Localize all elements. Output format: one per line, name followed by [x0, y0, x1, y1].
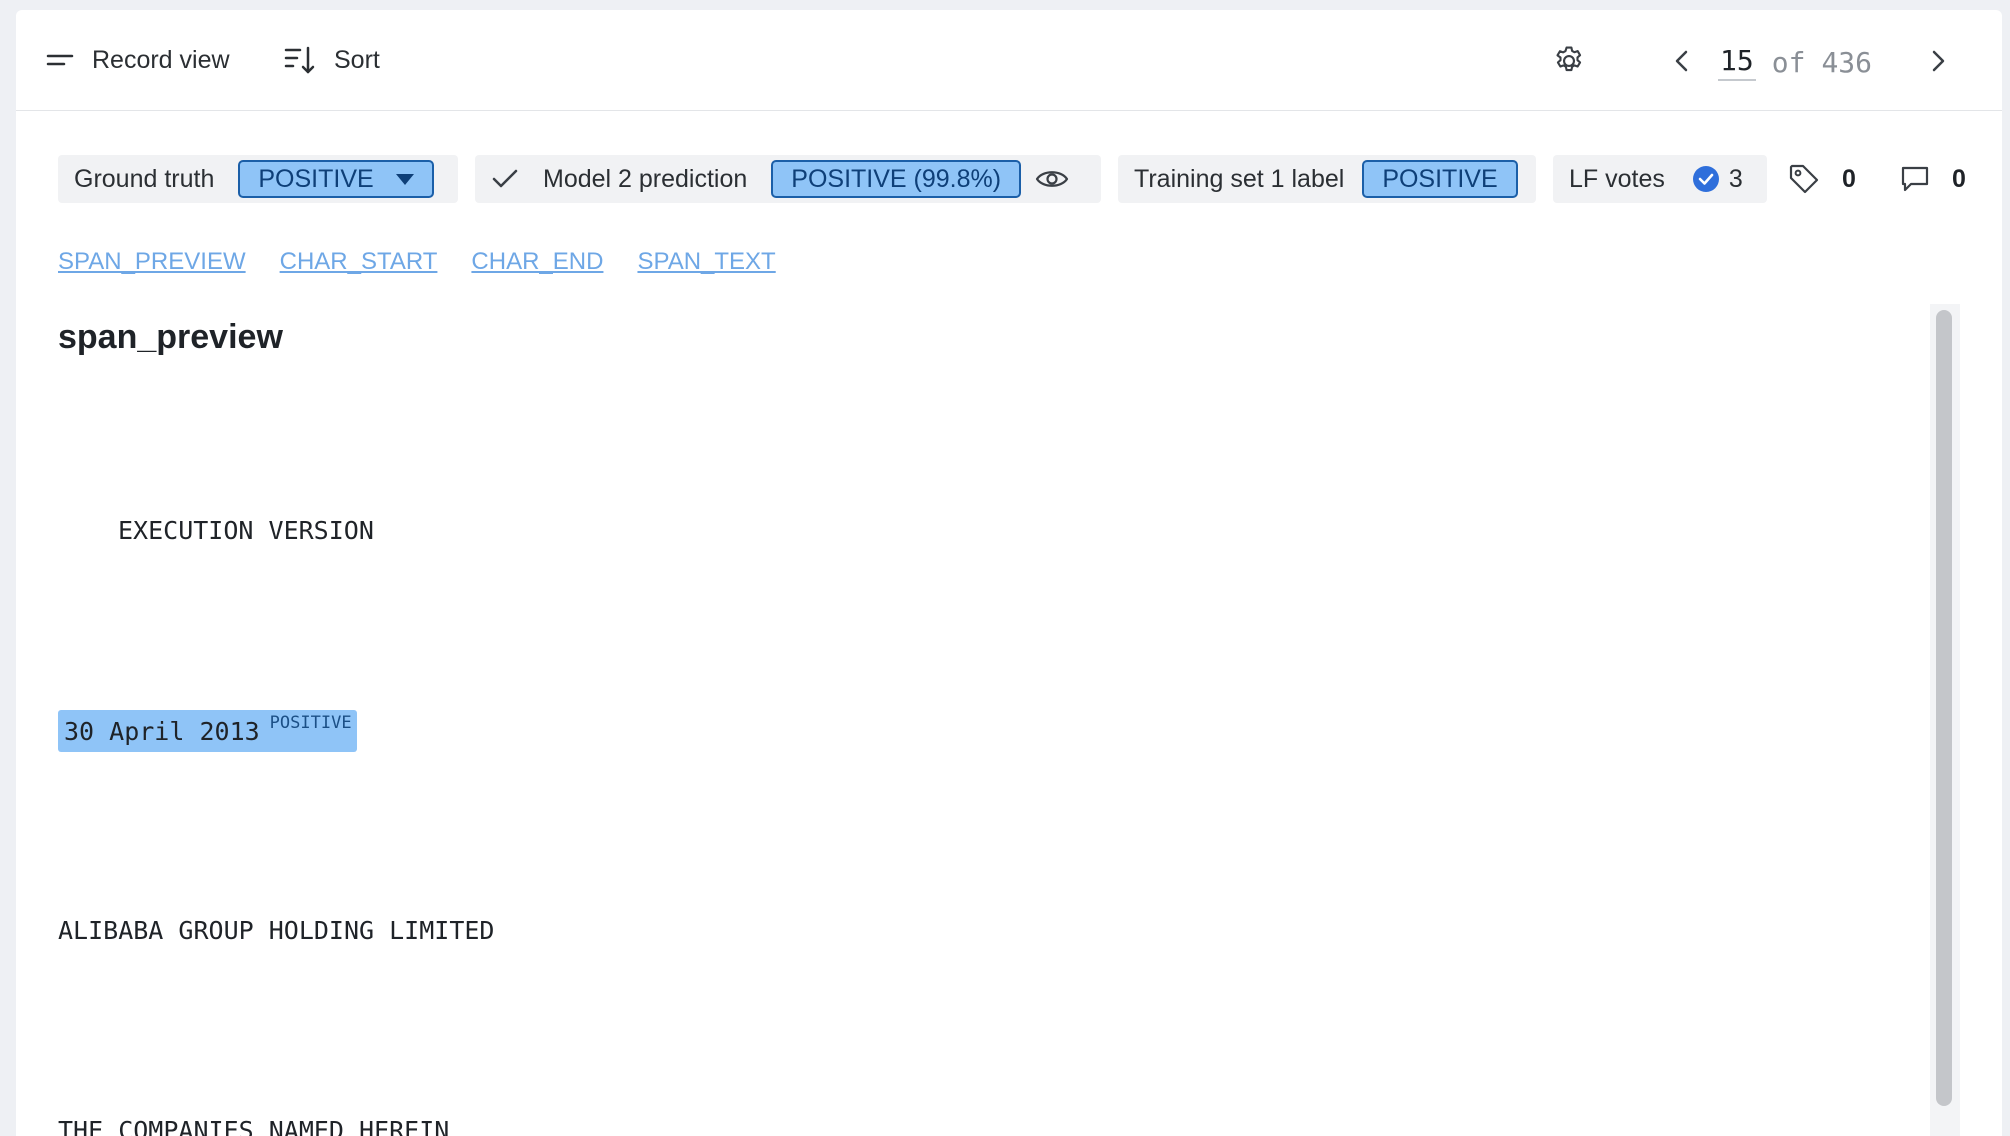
- ground-truth-value: POSITIVE: [258, 164, 374, 193]
- toolbar: Record view Sort 15 of 436: [16, 10, 2002, 111]
- sort-label: Sort: [334, 45, 380, 74]
- lines-icon: [46, 54, 74, 66]
- lf-votes-chip[interactable]: LF votes 3: [1553, 155, 1767, 203]
- chevron-right-icon[interactable]: [1924, 46, 1952, 76]
- model-prediction-title: Model 2 prediction: [543, 164, 748, 193]
- training-set-value: POSITIVE: [1362, 160, 1518, 198]
- scrollbar-thumb[interactable]: [1936, 310, 1952, 1106]
- check-circle-icon: [1692, 166, 1719, 192]
- check-icon[interactable]: [491, 168, 519, 190]
- sort-icon: [284, 46, 315, 74]
- field-link-char-end[interactable]: CHAR_END: [471, 248, 603, 276]
- chevron-left-icon[interactable]: [1668, 46, 1696, 76]
- sort-button[interactable]: Sort: [284, 38, 380, 82]
- field-title: span_preview: [58, 318, 283, 356]
- field-link-span-text[interactable]: SPAN_TEXT: [637, 248, 775, 276]
- total-records: 436: [1821, 45, 1873, 79]
- current-record-input[interactable]: 15: [1718, 44, 1756, 81]
- comment-icon: [1901, 166, 1929, 192]
- ground-truth-dropdown[interactable]: POSITIVE: [238, 160, 434, 198]
- training-set-chip: Training set 1 label POSITIVE: [1118, 155, 1536, 203]
- pager-of-label: of: [1771, 45, 1806, 79]
- record-view-label: Record view: [92, 45, 230, 74]
- doc-line: ALIBABA GROUP HOLDING LIMITED: [58, 916, 495, 945]
- lf-votes-title: LF votes: [1569, 164, 1665, 193]
- gear-icon[interactable]: [1552, 44, 1586, 78]
- comments-counter[interactable]: 0: [1900, 155, 1966, 203]
- highlighted-span-text: 30 April 2013: [64, 716, 260, 746]
- lf-votes-count: 3: [1728, 164, 1743, 193]
- field-link-span-preview[interactable]: SPAN_PREVIEW: [58, 248, 246, 276]
- highlighted-span[interactable]: 30 April 2013 POSITIVE: [58, 710, 357, 752]
- record-panel: Record view Sort 15 of 436 Ground truth …: [16, 10, 2002, 1136]
- doc-line: EXECUTION VERSION: [118, 516, 374, 545]
- tag-icon: [1789, 164, 1819, 194]
- tags-counter[interactable]: 0: [1788, 155, 1856, 203]
- lf-votes-badge: 3: [1691, 164, 1743, 194]
- eye-icon[interactable]: [1035, 167, 1069, 191]
- caret-down-icon: [395, 173, 414, 185]
- record-view-button[interactable]: Record view: [46, 38, 230, 82]
- model-prediction-chip: Model 2 prediction POSITIVE (99.8%): [475, 155, 1101, 203]
- model-prediction-value: POSITIVE (99.8%): [771, 160, 1022, 198]
- field-link-char-start[interactable]: CHAR_START: [280, 248, 438, 276]
- field-links: SPAN_PREVIEW CHAR_START CHAR_END SPAN_TE…: [58, 248, 810, 276]
- ground-truth-title: Ground truth: [74, 164, 215, 193]
- doc-line: THE COMPANIES NAMED HEREIN: [58, 1116, 450, 1136]
- pager: 15 of 436: [1718, 42, 1872, 82]
- tags-count: 0: [1842, 164, 1856, 193]
- highlighted-span-label: POSITIVE: [269, 713, 352, 733]
- comments-count: 0: [1952, 164, 1966, 193]
- ground-truth-chip: Ground truth POSITIVE: [58, 155, 458, 203]
- training-set-title: Training set 1 label: [1134, 164, 1345, 193]
- document-content: span_preview EXECUTION VERSION 30 April …: [58, 310, 1938, 1136]
